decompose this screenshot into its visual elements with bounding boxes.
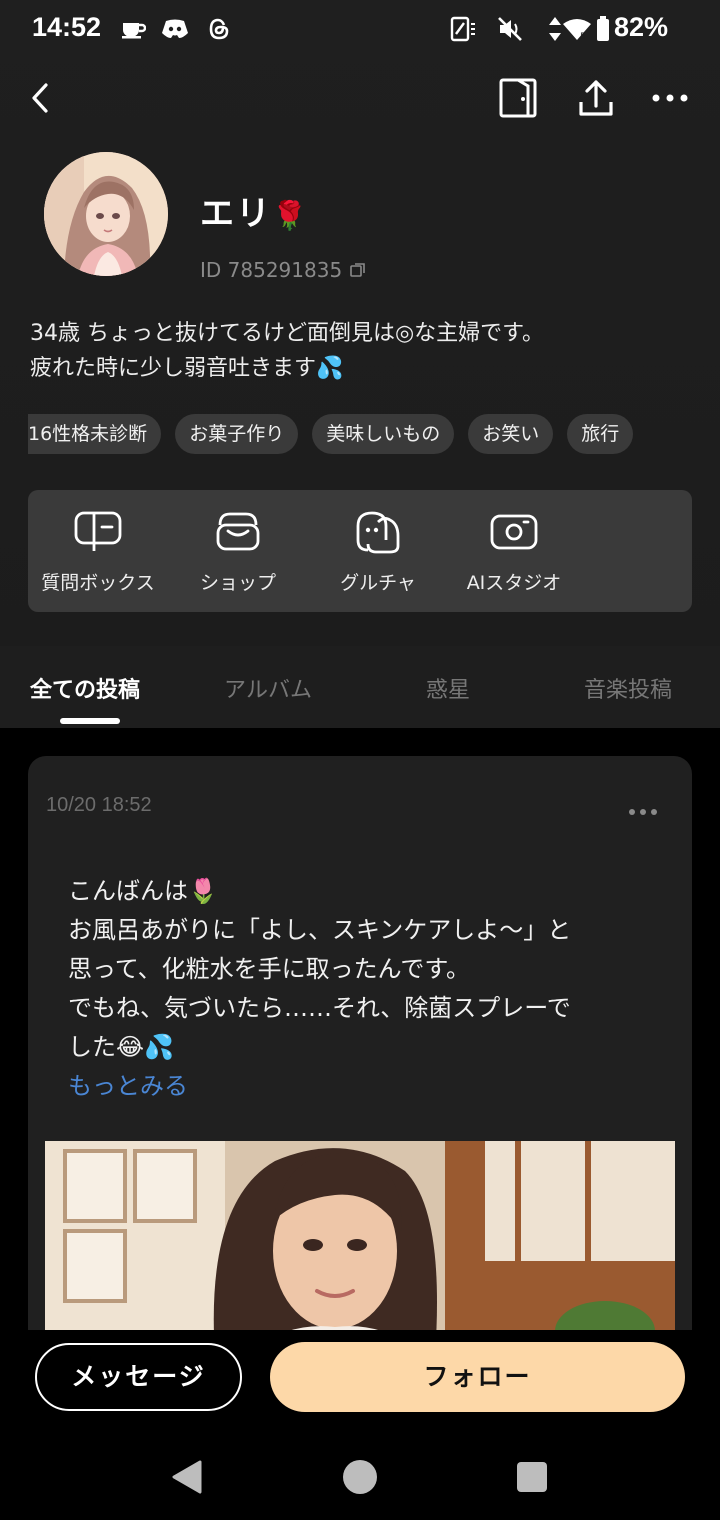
- message-button[interactable]: メッセージ: [35, 1343, 242, 1411]
- tag-chip[interactable]: お笑い: [468, 414, 554, 454]
- back-button[interactable]: [16, 74, 64, 122]
- back-triangle-icon: [172, 1460, 202, 1494]
- active-tab-indicator: [60, 718, 120, 724]
- tag-chip[interactable]: 16性格未診断: [28, 414, 162, 454]
- mute-icon: [495, 14, 525, 44]
- follow-button[interactable]: フォロー: [270, 1342, 685, 1412]
- bio-line: 疲れた時に少し弱音吐きます💦: [30, 356, 344, 381]
- share-button[interactable]: [572, 74, 620, 122]
- tab-planet[interactable]: 惑星: [426, 672, 470, 704]
- profile-id-text: ID 785291835: [200, 258, 343, 282]
- post-body: こんばんは🌷 お風呂あがりに「よし、スキンケアしよ〜」と 思って、化粧水を手に取…: [68, 872, 668, 1106]
- question-box-icon: [72, 510, 124, 554]
- status-bar: 14:52 5 82%: [0, 0, 720, 60]
- door-exit-icon: [499, 78, 537, 118]
- group-chat-icon: [352, 510, 404, 554]
- tag-chip[interactable]: 旅行: [567, 414, 634, 454]
- post-more-button[interactable]: [618, 800, 668, 824]
- nav-recents-button[interactable]: [507, 1452, 557, 1502]
- ai-studio-icon: [488, 510, 540, 554]
- feature-ai-studio[interactable]: AIスタジオ: [444, 490, 584, 612]
- recents-square-icon: [517, 1462, 547, 1492]
- post-line: でもね、気づいたら……それ、除菌スプレーで: [68, 994, 571, 1022]
- share-upload-icon: [579, 80, 613, 116]
- tag-label: お笑い: [482, 423, 540, 445]
- read-more-link[interactable]: もっとみる: [68, 1067, 668, 1106]
- rose-emoji: 🌹: [272, 199, 309, 232]
- nav-home-button[interactable]: [335, 1452, 385, 1502]
- avatar[interactable]: [44, 152, 168, 276]
- post-card[interactable]: 10/20 18:52 こんばんは🌷 お風呂あがりに「よし、スキンケアしよ〜」と…: [28, 756, 692, 1356]
- post-line: お風呂あがりに「よし、スキンケアしよ〜」と: [68, 916, 572, 944]
- tea-cup-icon: [118, 14, 148, 44]
- post-photo: [45, 1141, 675, 1356]
- profile-bio: 34歳 ちょっと抜けてるけど面倒見は◎な主婦です。 疲れた時に少し弱音吐きます💦: [30, 316, 690, 386]
- tag-label: お菓子作り: [189, 423, 285, 445]
- profile-id: ID 785291835: [200, 258, 366, 282]
- copy-id-button[interactable]: [350, 262, 366, 278]
- more-options-button[interactable]: [646, 74, 694, 122]
- post-line: した😂💦: [68, 1033, 174, 1061]
- feature-question-box[interactable]: 質問ボックス: [28, 490, 168, 612]
- feature-label: 質問ボックス: [41, 572, 155, 594]
- post-line: 思って、化粧水を手に取ったんです。: [68, 955, 470, 983]
- tab-all-posts[interactable]: 全ての投稿: [30, 672, 140, 704]
- status-time: 14:52: [32, 12, 102, 42]
- more-dot: [651, 809, 657, 815]
- home-circle-icon: [343, 1460, 377, 1494]
- action-bar: メッセージ フォロー: [0, 1330, 720, 1430]
- tag-chip[interactable]: お菓子作り: [175, 414, 299, 454]
- copy-icon: [350, 263, 365, 277]
- back-chevron-icon: [32, 83, 48, 113]
- interest-tags: 16性格未診断 お菓子作り 美味しいもの お笑い 旅行: [0, 414, 720, 456]
- more-dot: [640, 809, 646, 815]
- nfc-icon: [448, 14, 478, 44]
- discord-icon: [160, 14, 190, 44]
- bio-line: 34歳 ちょっと抜けてるけど面倒見は◎な主婦です。: [30, 321, 544, 346]
- nav-back-button[interactable]: [162, 1452, 212, 1502]
- exit-room-button[interactable]: [494, 74, 542, 122]
- feature-group-chat[interactable]: グルチャ: [308, 490, 448, 612]
- tag-label: 旅行: [581, 423, 620, 445]
- profile-name: エリ🌹: [200, 186, 309, 235]
- tag-chip[interactable]: 美味しいもの: [312, 414, 455, 454]
- tag-label: 16性格未診断: [28, 423, 148, 445]
- more-horizontal-icon: [652, 94, 688, 102]
- threads-icon: [204, 14, 234, 44]
- feature-panel: 質問ボックス ショップ グルチャ AIスタジオ: [28, 490, 692, 612]
- tag-label: 美味しいもの: [326, 423, 441, 445]
- tab-music-posts[interactable]: 音楽投稿: [584, 672, 672, 704]
- android-navigation-bar: [0, 1430, 720, 1520]
- tab-album[interactable]: アルバム: [224, 672, 312, 704]
- feature-label: グルチャ: [340, 572, 416, 594]
- content-tabs: 全ての投稿 アルバム 惑星 音楽投稿: [0, 646, 720, 728]
- battery-percentage: 82%: [614, 12, 669, 42]
- more-dot: [629, 809, 635, 815]
- post-image[interactable]: [45, 1141, 675, 1356]
- post-timestamp: 10/20 18:52: [46, 794, 152, 816]
- feature-label: ショップ: [199, 572, 276, 594]
- profile-name-text: エリ: [200, 194, 272, 234]
- post-line: こんばんは🌷: [68, 877, 218, 905]
- avatar-illustration: [44, 152, 168, 276]
- svg-text:5: 5: [580, 32, 586, 41]
- shop-icon: [212, 510, 264, 554]
- feature-label: AIスタジオ: [466, 572, 562, 594]
- feature-shop[interactable]: ショップ: [168, 490, 308, 612]
